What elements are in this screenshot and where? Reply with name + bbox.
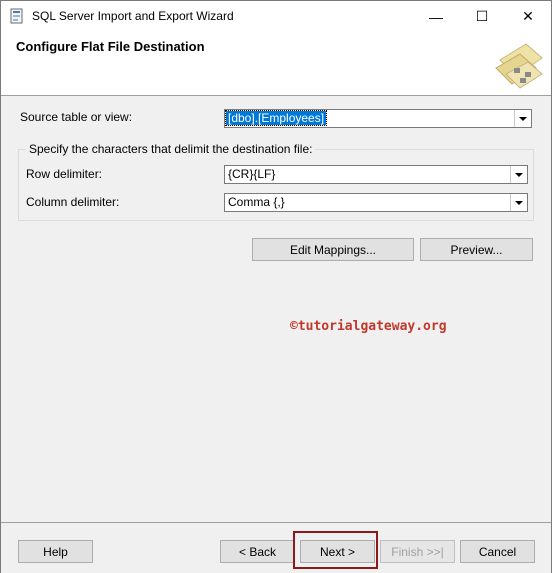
row-delimiter-label: Row delimiter: [26, 167, 103, 181]
column-delimiter-combo[interactable]: Comma {,} [224, 193, 528, 212]
watermark-text: ©tutorialgateway.org [290, 319, 447, 334]
source-table-combo[interactable]: [dbo].[Employees] [224, 109, 532, 128]
wizard-content: Source table or view: [dbo].[Employees] … [1, 96, 551, 522]
wizard-window: SQL Server Import and Export Wizard — ☐ … [0, 0, 552, 573]
chevron-down-icon[interactable] [510, 166, 527, 183]
help-button[interactable]: Help [18, 540, 93, 563]
close-icon: ✕ [522, 8, 534, 24]
chevron-down-icon[interactable] [510, 194, 527, 211]
maximize-icon: ☐ [475, 8, 489, 24]
back-button[interactable]: < Back [220, 540, 295, 563]
close-button[interactable]: ✕ [505, 1, 551, 32]
wizard-app-icon [10, 8, 23, 24]
row-delimiter-combo[interactable]: {CR}{LF} [224, 165, 528, 184]
column-delimiter-value: Comma {,} [228, 195, 285, 209]
delimiter-group-label: Specify the characters that delimit the … [26, 142, 316, 156]
minimize-icon: — [429, 8, 443, 25]
finish-button: Finish >>| [380, 540, 455, 563]
title-bar[interactable]: SQL Server Import and Export Wizard — ☐ … [1, 1, 551, 32]
next-button-highlight [293, 531, 378, 569]
wizard-header: Configure Flat File Destination [1, 32, 551, 96]
maximize-button[interactable]: ☐ [459, 1, 505, 32]
edit-mappings-button[interactable]: Edit Mappings... [252, 238, 414, 261]
preview-button[interactable]: Preview... [420, 238, 533, 261]
flat-file-icon [495, 43, 543, 89]
source-label: Source table or view: [20, 110, 133, 124]
wizard-footer: Help < Back Next > Finish >>| Cancel [1, 522, 551, 573]
column-delimiter-label: Column delimiter: [26, 195, 120, 209]
source-table-value: [dbo].[Employees] [224, 110, 328, 126]
page-title: Configure Flat File Destination [16, 39, 205, 54]
minimize-button[interactable]: — [413, 1, 459, 32]
chevron-down-icon[interactable] [514, 110, 531, 127]
window-title: SQL Server Import and Export Wizard [32, 9, 234, 23]
row-delimiter-value: {CR}{LF} [228, 167, 276, 181]
cancel-button[interactable]: Cancel [460, 540, 535, 563]
